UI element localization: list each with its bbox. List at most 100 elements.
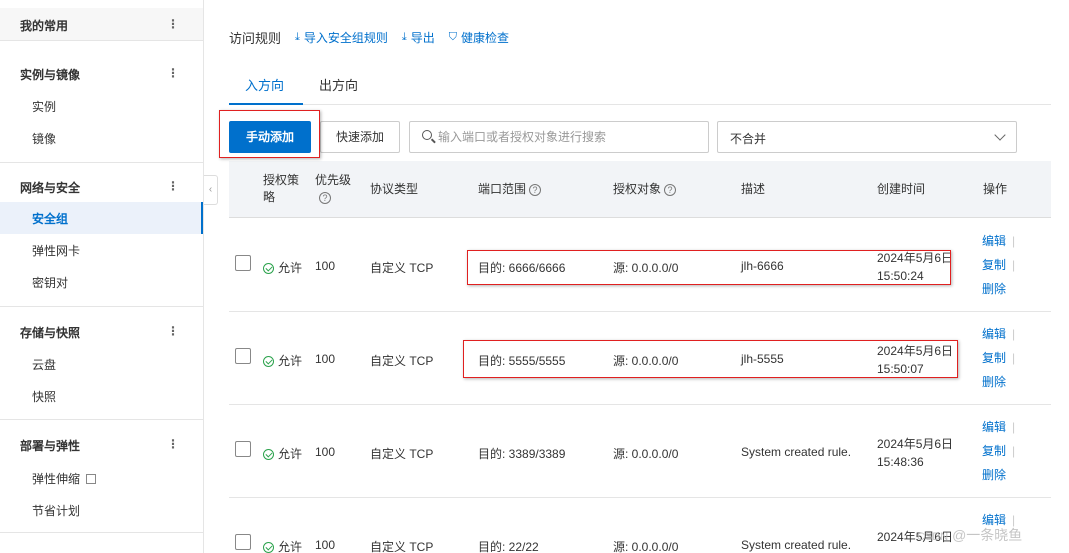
- direction-tabs: 入方向 出方向: [229, 70, 1051, 105]
- row-checkbox[interactable]: [235, 348, 251, 364]
- header-port-range: 端口范围?: [478, 181, 542, 198]
- sidebar-group-storage-snapshot[interactable]: 存储与快照: [20, 324, 80, 341]
- policy-cell: 允许: [263, 352, 302, 369]
- header-priority: 优先级?: [315, 173, 352, 204]
- delete-link[interactable]: 删除: [982, 282, 1006, 296]
- sidebar-item-autoscaling[interactable]: 弹性伸缩: [0, 462, 203, 494]
- help-icon[interactable]: ?: [319, 191, 331, 204]
- search-input[interactable]: [438, 128, 698, 146]
- port-cell: 目的: 5555/5555: [478, 354, 566, 368]
- policy-cell: 允许: [263, 538, 302, 553]
- source-cell: 源: 0.0.0.0/0: [613, 540, 679, 553]
- priority-cell: 100: [315, 259, 336, 273]
- health-check-link[interactable]: ⛉ 健康检查: [449, 29, 509, 46]
- more-icon[interactable]: ⋮: [167, 324, 179, 338]
- sidebar-item-security-group[interactable]: 安全组: [0, 202, 203, 234]
- merge-select-value: 不合并: [730, 132, 767, 146]
- divider: [0, 162, 203, 163]
- sidebar-item-label: 镜像: [32, 132, 57, 146]
- export-icon: ⤓: [401, 31, 407, 43]
- manual-add-button[interactable]: 手动添加: [229, 121, 311, 153]
- check-circle-icon: [263, 263, 274, 275]
- sidebar-item-label: 弹性网卡: [32, 244, 81, 258]
- copy-link[interactable]: 复制: [982, 258, 1006, 272]
- source-cell: 源: 0.0.0.0/0: [613, 447, 679, 461]
- row-operations: 编辑 | 复制 | 删除: [982, 234, 1016, 296]
- shield-check-icon: ⛉: [448, 31, 458, 43]
- description-cell: jlh-6666: [741, 259, 784, 273]
- help-icon[interactable]: ?: [529, 183, 542, 196]
- watermark: CSDN @一条晓鱼: [917, 527, 1023, 543]
- check-circle-icon: [263, 449, 274, 461]
- merge-select[interactable]: 不合并: [717, 121, 1017, 153]
- port-cell: 目的: 3389/3389: [478, 447, 566, 461]
- header-policy: 授权策略: [263, 173, 300, 204]
- divider: [0, 40, 203, 41]
- sidebar-group-my-favorites[interactable]: 我的常用: [20, 17, 68, 34]
- external-link-icon: [86, 474, 97, 484]
- help-icon[interactable]: ?: [664, 183, 677, 196]
- protocol-cell: 自定义 TCP: [370, 540, 434, 553]
- sidebar-item-label: 实例: [32, 100, 57, 114]
- source-cell: 源: 0.0.0.0/0: [613, 261, 679, 275]
- page-title: 访问规则: [229, 31, 282, 46]
- sidebar-item-label: 安全组: [32, 212, 69, 226]
- sidebar-group-network-security[interactable]: 网络与安全: [20, 179, 80, 196]
- sidebar-item-instances[interactable]: 实例: [0, 90, 203, 122]
- tab-inbound[interactable]: 入方向: [245, 75, 284, 94]
- delete-link[interactable]: 删除: [982, 375, 1006, 389]
- import-rules-link[interactable]: ⤓ 导入安全组规则: [295, 29, 388, 46]
- divider: [0, 306, 203, 307]
- protocol-cell: 自定义 TCP: [370, 447, 434, 461]
- edit-link[interactable]: 编辑: [982, 234, 1006, 248]
- collapse-sidebar-handle[interactable]: ‹: [204, 175, 218, 205]
- search-icon: [422, 130, 432, 140]
- header-protocol: 协议类型: [370, 182, 419, 196]
- created-cell: 2024年5月6日 15:50:07: [877, 344, 954, 376]
- export-link[interactable]: ⤓ 导出: [402, 29, 435, 46]
- table-header: 授权策略 优先级? 协议类型 端口范围? 授权对象? 描述 创建时间 操作: [229, 161, 1051, 218]
- more-icon[interactable]: ⋮: [167, 17, 179, 31]
- header-created: 创建时间: [877, 182, 926, 196]
- sidebar-group-deploy-elastic[interactable]: 部署与弹性: [20, 437, 80, 454]
- sidebar-item-label: 快照: [32, 390, 57, 404]
- sidebar-item-disk[interactable]: 云盘: [0, 348, 203, 380]
- search-box: [409, 121, 709, 153]
- quick-add-button[interactable]: 快速添加: [320, 121, 400, 153]
- created-cell: 2024年5月6日 15:50:24: [877, 251, 954, 283]
- copy-link[interactable]: 复制: [982, 444, 1006, 458]
- protocol-cell: 自定义 TCP: [370, 261, 434, 275]
- edit-link[interactable]: 编辑: [982, 327, 1006, 341]
- port-cell: 目的: 22/22: [478, 540, 539, 553]
- row-checkbox[interactable]: [235, 255, 251, 271]
- sidebar-item-savings-plan[interactable]: 节省计划: [0, 494, 203, 526]
- copy-link[interactable]: 复制: [982, 351, 1006, 365]
- sidebar-item-eni[interactable]: 弹性网卡: [0, 234, 203, 266]
- sidebar: 我的常用 ⋮ 实例与镜像 ⋮ 实例 镜像 网络与安全 ⋮ 安全组 弹性网卡 密钥…: [0, 0, 204, 553]
- rules-toolbar: 访问规则 ⤓ 导入安全组规则 ⤓ 导出 ⛉ 健康检查: [229, 28, 509, 47]
- sidebar-group-instances-images[interactable]: 实例与镜像: [20, 66, 80, 83]
- header-auth-object: 授权对象?: [613, 181, 677, 198]
- import-icon: ⤓: [295, 31, 300, 43]
- row-checkbox[interactable]: [235, 441, 251, 457]
- description-cell: System created rule.: [741, 445, 852, 459]
- protocol-cell: 自定义 TCP: [370, 354, 434, 368]
- table-row: 允许 100 自定义 TCP 目的: 5555/5555 源: 0.0.0.0/…: [229, 312, 1051, 405]
- tab-outbound[interactable]: 出方向: [319, 75, 358, 94]
- export-label: 导出: [410, 31, 435, 45]
- more-icon[interactable]: ⋮: [167, 179, 179, 193]
- check-circle-icon: [263, 356, 274, 368]
- more-icon[interactable]: ⋮: [167, 66, 179, 80]
- sidebar-item-label: 弹性伸缩: [32, 470, 97, 487]
- edit-link[interactable]: 编辑: [982, 420, 1006, 434]
- header-operation: 操作: [983, 182, 1008, 196]
- sidebar-item-images[interactable]: 镜像: [0, 122, 203, 154]
- sidebar-item-label: 节省计划: [32, 504, 81, 518]
- delete-link[interactable]: 删除: [982, 468, 1006, 482]
- sidebar-item-keypair[interactable]: 密钥对: [0, 266, 203, 298]
- row-checkbox[interactable]: [235, 534, 251, 550]
- priority-cell: 100: [315, 538, 336, 552]
- chevron-down-icon: [994, 129, 1006, 141]
- sidebar-item-snapshot[interactable]: 快照: [0, 380, 203, 412]
- more-icon[interactable]: ⋮: [167, 437, 179, 451]
